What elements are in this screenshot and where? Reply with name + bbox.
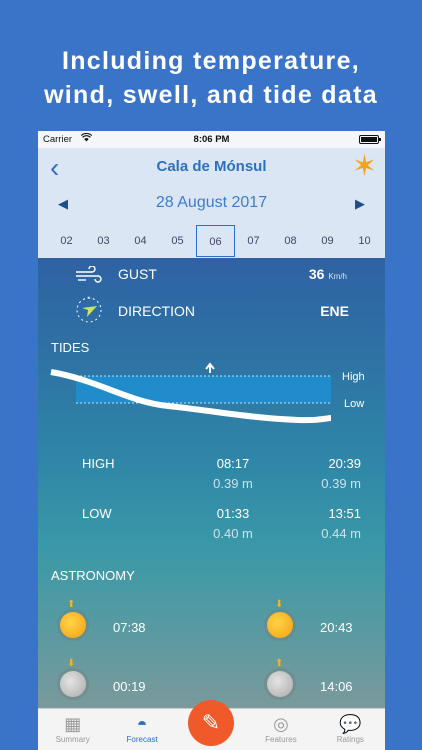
day-selector: 02 03 04 05 06 07 08 09 10 — [48, 225, 383, 257]
lifebuoy-icon: ◎ — [273, 714, 289, 734]
sunset-arrow-icon: ⬇ — [275, 599, 284, 610]
tab-summary[interactable]: ▦ Summary — [38, 709, 107, 750]
tide-low-label: Low — [344, 398, 365, 410]
sunset-time: 20:43 — [320, 620, 353, 635]
day-03[interactable]: 03 — [85, 225, 122, 257]
tab-ratings[interactable]: 💬 Ratings — [316, 709, 385, 750]
forecast-content: GUST 36 Km/h N DIRECTION ENE TIDES High … — [38, 258, 385, 708]
status-bar: Carrier 8:06 PM — [38, 131, 385, 148]
tide-high-label: High — [342, 371, 365, 383]
low-time-1: 01:33 — [216, 506, 250, 521]
moonset-icon — [60, 671, 86, 697]
svg-text:N: N — [88, 295, 91, 300]
promo-headline: Including temperature, wind, swell, and … — [0, 44, 422, 112]
phone-screen: Carrier 8:06 PM ‹ Cala de Mónsul ✶ ◀ 28 … — [38, 131, 385, 750]
navigation-header: ‹ Cala de Mónsul ✶ ◀ 28 August 2017 ▶ 02… — [38, 148, 385, 258]
tab-forecast-label: Forecast — [126, 735, 158, 744]
direction-value: ENE — [320, 303, 349, 319]
day-02[interactable]: 02 — [48, 225, 85, 257]
low-label: LOW — [82, 506, 112, 521]
tab-ratings-label: Ratings — [336, 735, 364, 744]
selected-date: 28 August 2017 — [155, 194, 268, 211]
low-height-2: 0.44 m — [321, 526, 361, 541]
day-06-selected[interactable]: 06 — [196, 225, 235, 257]
sunrise-time: 07:38 — [113, 620, 146, 635]
sunset-icon — [267, 612, 293, 638]
next-date-icon[interactable]: ▶ — [355, 196, 365, 212]
edit-note-button[interactable]: ✎ — [188, 700, 234, 746]
high-height-1: 0.39 m — [213, 476, 253, 491]
day-08[interactable]: 08 — [272, 225, 309, 257]
wind-icon — [74, 265, 102, 287]
low-height-1: 0.40 m — [213, 526, 253, 541]
battery-icon — [359, 135, 381, 144]
low-time-2: 13:51 — [328, 506, 361, 521]
high-time-2: 20:39 — [328, 456, 361, 471]
chat-bubbles-icon: 💬 — [339, 714, 362, 734]
astronomy-heading: ASTRONOMY — [51, 568, 135, 583]
moonrise-arrow-icon: ⬆ — [275, 658, 284, 669]
day-07[interactable]: 07 — [235, 225, 272, 257]
status-time: 8:06 PM — [193, 134, 230, 145]
promo-line-1: Including temperature, — [61, 47, 361, 75]
day-04[interactable]: 04 — [122, 225, 159, 257]
moonrise-icon — [267, 671, 293, 697]
gust-label: GUST — [118, 266, 157, 282]
location-title: Cala de Mónsul — [156, 158, 267, 175]
direction-label: DIRECTION — [118, 303, 195, 319]
tab-features[interactable]: ◎ Features — [246, 709, 315, 750]
day-10[interactable]: 10 — [346, 225, 383, 257]
moonset-arrow-icon: ⬇ — [67, 658, 76, 669]
high-height-2: 0.39 m — [321, 476, 361, 491]
gust-value: 36 Km/h — [308, 266, 347, 282]
high-label: HIGH — [82, 456, 115, 471]
promo-line-2: wind, swell, and tide data — [44, 81, 378, 109]
tab-forecast[interactable]: ◓ Forecast — [107, 709, 176, 750]
grid-icon: ▦ — [64, 714, 82, 734]
tides-heading: TIDES — [51, 340, 90, 355]
tide-chart — [50, 362, 332, 424]
tab-features-label: Features — [265, 735, 297, 744]
sunrise-arrow-icon: ⬆ — [67, 599, 76, 610]
moonset-time: 00:19 — [113, 679, 146, 694]
favorite-star-icon[interactable]: ✶ — [352, 152, 377, 182]
high-time-1: 08:17 — [216, 456, 250, 471]
moonrise-time: 14:06 — [320, 679, 353, 694]
tab-summary-label: Summary — [55, 735, 90, 744]
day-09[interactable]: 09 — [309, 225, 346, 257]
day-05[interactable]: 05 — [159, 225, 196, 257]
sunrise-icon — [60, 612, 86, 638]
edit-note-icon: ✎ — [201, 710, 221, 735]
compass-icon: N — [74, 295, 104, 328]
sunset-horizon-icon: ◓ — [136, 714, 148, 734]
